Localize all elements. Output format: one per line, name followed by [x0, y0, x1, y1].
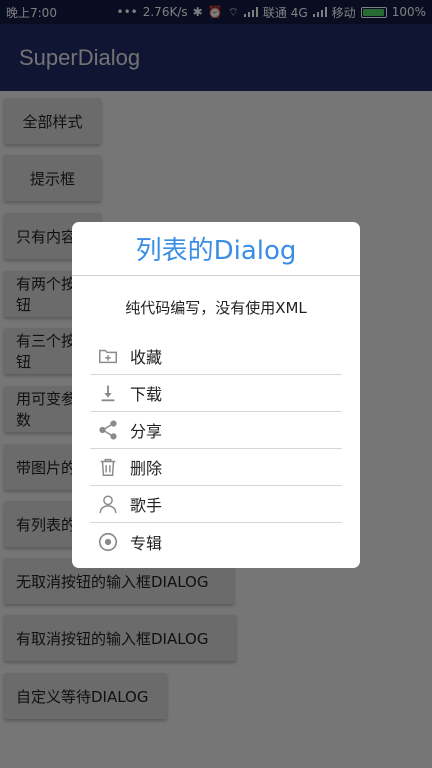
- person-icon: [97, 493, 119, 515]
- dialog-item-label: 下载: [130, 385, 163, 404]
- dialog-item-label: 歌手: [130, 496, 163, 515]
- dialog-item-album[interactable]: 专辑: [90, 523, 342, 560]
- folder-add-icon: [97, 345, 119, 367]
- dialog-item-collect[interactable]: 收藏: [90, 338, 342, 375]
- disc-icon: [97, 531, 119, 553]
- trash-icon: [97, 456, 119, 478]
- dialog-item-label: 收藏: [130, 348, 163, 367]
- dialog-item-label: 分享: [130, 422, 163, 441]
- share-icon: [97, 419, 119, 441]
- dialog-content: 纯代码编写，没有使用XML: [125, 298, 307, 317]
- download-icon: [97, 382, 119, 404]
- dialog-item-download[interactable]: 下载: [90, 375, 342, 412]
- dialog-item-singer[interactable]: 歌手: [90, 486, 342, 523]
- list-dialog: 列表的Dialog 纯代码编写，没有使用XML 收藏 下载 分享 删除 歌手 专…: [72, 222, 360, 568]
- dialog-item-delete[interactable]: 删除: [90, 449, 342, 486]
- dialog-item-share[interactable]: 分享: [90, 412, 342, 449]
- dialog-list: 收藏 下载 分享 删除 歌手 专辑: [72, 338, 360, 560]
- dialog-item-label: 专辑: [130, 533, 163, 553]
- dialog-title: 列表的Dialog: [72, 222, 360, 276]
- dialog-item-label: 删除: [130, 459, 163, 478]
